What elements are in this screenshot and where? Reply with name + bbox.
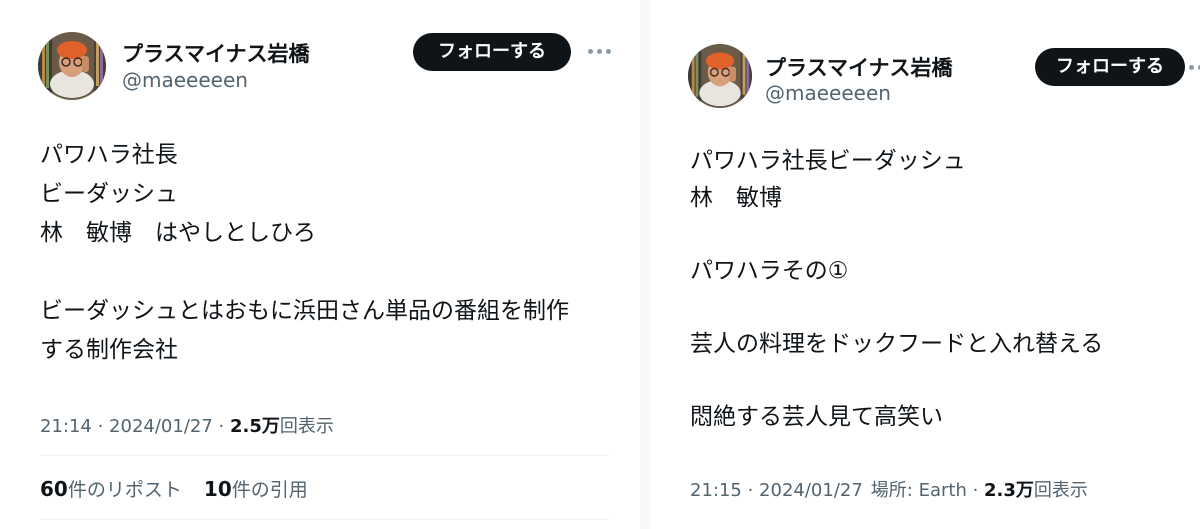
engagement-stats: 60件のリポスト 10件の引用 xyxy=(40,475,308,502)
tweet-text-line: パワハラ社長ビーダッシュ xyxy=(690,148,966,174)
more-horizontal-icon[interactable] xyxy=(1189,65,1200,70)
tweet-text-line: パワハラ社長 xyxy=(40,142,178,168)
tweet-text-line: する制作会社 xyxy=(40,337,178,363)
tweet-text: パワハラ社長ビーダッシュ 林 敏博 パワハラその① 芸人の料理をドックフードと入… xyxy=(690,143,1103,435)
follow-button[interactable]: フォローする xyxy=(1035,48,1185,86)
tweet-text-line xyxy=(40,253,569,292)
tweet-meta: 21:14 · 2024/01/27 · 2.5万回表示 xyxy=(40,412,334,438)
avatar[interactable] xyxy=(38,32,106,100)
quotes-label: 件の引用 xyxy=(231,479,308,501)
more-horizontal-icon[interactable] xyxy=(588,49,611,54)
views-label: 回表示 xyxy=(1033,480,1088,501)
display-name[interactable]: プラスマイナス岩橋 xyxy=(765,52,953,82)
tweet-text-line: 林 敏博 xyxy=(690,184,782,211)
user-handle[interactable]: @maeeeeen xyxy=(122,68,248,92)
display-name[interactable]: プラスマイナス岩橋 xyxy=(122,38,310,68)
tweet-text-line: ビーダッシュ xyxy=(40,181,178,207)
reposts-count: 60 xyxy=(40,477,68,501)
tweet-text-line: 林 敏博 はやしとしひろ xyxy=(40,220,316,246)
views-count: 2.3万 xyxy=(984,480,1034,501)
views-label: 回表示 xyxy=(279,416,334,437)
quotes-count: 10 xyxy=(203,477,232,501)
avatar-image xyxy=(38,32,106,100)
reposts-label: 件のリポスト xyxy=(67,479,182,501)
tweet-date[interactable]: 2024/01/27 xyxy=(109,416,213,437)
meta-separator: · xyxy=(966,480,985,501)
tweet-text-line: 悶絶する芸人見て高笑い xyxy=(690,403,943,430)
follow-button[interactable]: フォローする xyxy=(413,33,571,71)
quotes-stat[interactable]: 10件の引用 xyxy=(204,475,308,502)
user-handle[interactable]: @maeeeeen xyxy=(765,81,891,105)
tweet-location: 場所: Earth xyxy=(870,480,967,501)
meta-separator: · xyxy=(212,416,230,437)
tweet-panel-left: プラスマイナス岩橋 @maeeeeen フォローする パワハラ社長 ビーダッシュ… xyxy=(0,0,640,529)
tweet-text-line xyxy=(690,216,1103,253)
panel-gap xyxy=(640,0,650,529)
tweet-text-line: パワハラその① xyxy=(690,257,849,284)
tweet-date[interactable]: 2024/01/27 xyxy=(759,480,863,501)
tweet-panel-right: プラスマイナス岩橋 @maeeeeen フォローする パワハラ社長ビーダッシュ … xyxy=(650,0,1200,529)
tweet-time[interactable]: 21:14 xyxy=(40,416,92,437)
tweet-time[interactable]: 21:15 xyxy=(690,480,742,501)
tweet-text: パワハラ社長 ビーダッシュ 林 敏博 はやしとしひろ ビーダッシュとはおもに浜田… xyxy=(40,136,569,370)
views-count: 2.5万 xyxy=(229,416,280,437)
avatar[interactable] xyxy=(688,44,752,108)
tweet-text-line: 芸人の料理をドックフードと入れ替える xyxy=(690,330,1104,357)
divider xyxy=(40,519,610,520)
meta-separator: · xyxy=(741,480,760,501)
divider xyxy=(40,455,610,456)
tweet-text-line xyxy=(690,289,1103,326)
meta-separator: · xyxy=(91,416,110,437)
avatar-image xyxy=(688,44,752,108)
tweet-text-line xyxy=(690,362,1103,399)
tweet-text-line: ビーダッシュとはおもに浜田さん単品の番組を制作 xyxy=(40,298,569,324)
tweet-meta: 21:15 · 2024/01/27 場所: Earth · 2.3万回表示 xyxy=(690,476,1088,502)
reposts-stat[interactable]: 60件のリポスト xyxy=(40,475,182,502)
